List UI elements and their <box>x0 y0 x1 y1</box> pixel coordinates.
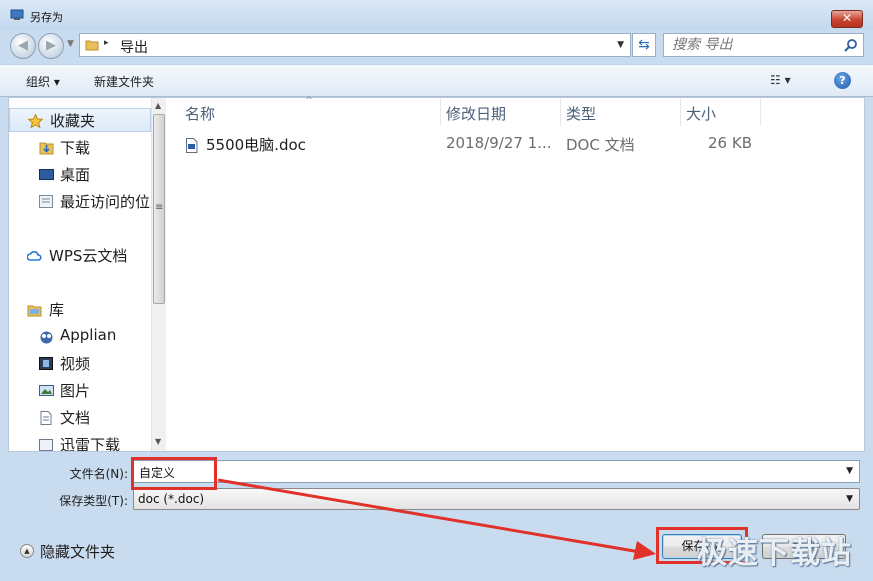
sidebar-item-downloads[interactable]: 下载 <box>9 136 151 160</box>
browser-content: 收藏夹 下载 桌面 最近访问的位置 WPS云文档 <box>8 96 865 452</box>
refresh-button[interactable]: ⇆ <box>632 33 656 57</box>
file-name: 5500电脑.doc <box>206 136 306 154</box>
video-icon <box>39 357 53 370</box>
sidebar-item-label: 库 <box>49 301 65 319</box>
filename-input[interactable] <box>137 463 827 481</box>
column-header-name[interactable]: 名称 <box>185 103 215 124</box>
star-icon <box>28 114 43 128</box>
hide-folders-label: 隐藏文件夹 <box>40 543 116 561</box>
refresh-icon: ⇆ <box>638 37 650 53</box>
filetype-value: doc (*.doc) <box>138 492 205 506</box>
sidebar-item-libraries[interactable]: 库 <box>9 298 151 322</box>
filetype-dropdown-icon[interactable]: ▼ <box>846 494 853 504</box>
download-folder-icon <box>39 142 54 155</box>
recent-places-icon <box>39 195 53 208</box>
sidebar-item-label: 图片 <box>60 382 91 400</box>
sidebar-item-favorites[interactable]: 收藏夹 <box>9 108 151 132</box>
navigation-pane: 收藏夹 下载 桌面 最近访问的位置 WPS云文档 <box>9 98 167 451</box>
sidebar-item-label: 桌面 <box>60 166 91 184</box>
filename-combobox[interactable]: ▼ <box>133 460 860 483</box>
grip-icon: ≡ <box>155 202 164 213</box>
sort-ascending-icon: ^ <box>305 96 313 106</box>
sidebar-item-recent[interactable]: 最近访问的位置 <box>9 190 151 214</box>
sidebar-item-pictures[interactable]: 图片 <box>9 379 151 403</box>
sidebar-item-label: Applian <box>60 326 117 344</box>
sidebar-item-label: 下载 <box>60 139 91 157</box>
back-arrow-icon: ◀ <box>18 38 28 53</box>
filetype-select[interactable]: doc (*.doc) ▼ <box>133 488 860 510</box>
sidebar-item-label: 收藏夹 <box>50 112 96 130</box>
file-row[interactable]: 5500电脑.doc 2018/9/27 1... DOC 文档 26 KB <box>185 134 825 158</box>
column-divider[interactable] <box>440 98 441 126</box>
window-title: 另存为 <box>30 11 63 24</box>
sidebar-item-wps-cloud[interactable]: WPS云文档 <box>9 244 151 268</box>
recent-pages-dropdown-icon[interactable]: ▼ <box>67 39 74 49</box>
library-icon <box>27 305 42 317</box>
address-dropdown-icon[interactable]: ▼ <box>617 40 624 50</box>
forward-arrow-icon: ▶ <box>46 38 56 53</box>
search-input[interactable] <box>670 36 840 54</box>
sidebar-item-label: WPS云文档 <box>49 247 128 265</box>
address-bar[interactable]: ▸ 导出 ▼ <box>79 33 631 57</box>
close-button[interactable]: ✕ <box>831 10 863 28</box>
sidebar-item-label: 迅雷下载 <box>60 436 121 451</box>
document-icon <box>40 411 52 425</box>
filename-dropdown-icon[interactable]: ▼ <box>846 466 853 476</box>
column-divider[interactable] <box>680 98 681 126</box>
file-list: ^ 名称 修改日期 类型 大小 5500电脑.doc 2018/9/27 1..… <box>167 96 864 451</box>
download-icon <box>39 439 53 451</box>
sidebar-item-label: 视频 <box>60 355 91 373</box>
scroll-down-icon[interactable]: ▼ <box>155 437 161 446</box>
sidebar-item-label: 文档 <box>60 409 91 427</box>
forward-button[interactable]: ▶ <box>38 33 64 59</box>
sidebar-item-documents[interactable]: 文档 <box>9 406 151 430</box>
filename-label: 文件名(N): <box>69 467 128 481</box>
desktop-icon <box>39 169 54 180</box>
watermark-text: 极速下载站 <box>697 536 852 571</box>
scroll-up-icon[interactable]: ▲ <box>155 101 161 110</box>
picture-icon <box>39 385 54 396</box>
file-date: 2018/9/27 1... <box>446 134 552 152</box>
view-options-icon[interactable]: ☷ ▾ <box>770 73 791 87</box>
filetype-label: 保存类型(T): <box>59 494 128 508</box>
filename-highlight-box <box>131 457 217 490</box>
sidebar-item-videos[interactable]: 视频 <box>9 352 151 376</box>
sidebar-item-label: 最近访问的位置 <box>60 193 151 211</box>
sidebar-item-desktop[interactable]: 桌面 <box>9 163 151 187</box>
collapse-up-icon: ▲ <box>20 544 34 558</box>
cloud-icon <box>27 251 42 261</box>
navigation-bar: ◀ ▶ ▼ ▸ 导出 ▼ ⇆ <box>0 30 873 64</box>
column-divider[interactable] <box>560 98 561 126</box>
column-divider[interactable] <box>760 98 761 126</box>
organize-menu[interactable]: 组织 ▾ <box>26 73 60 90</box>
breadcrumb-path[interactable]: 导出 <box>120 37 148 57</box>
column-header-date[interactable]: 修改日期 <box>446 103 506 124</box>
owl-icon <box>40 331 53 344</box>
command-toolbar: 组织 ▾ 新建文件夹 ☷ ▾ ? <box>0 64 873 97</box>
search-box[interactable] <box>663 33 864 57</box>
path-separator-icon[interactable]: ▸ <box>104 38 109 48</box>
doc-file-icon <box>186 138 198 153</box>
column-header-size[interactable]: 大小 <box>686 103 716 124</box>
sidebar-item-applian[interactable]: Applian <box>9 325 151 349</box>
title-bar: 另存为 ✕ <box>0 0 873 30</box>
column-header-type[interactable]: 类型 <box>566 103 596 124</box>
new-folder-button[interactable]: 新建文件夹 <box>94 73 154 90</box>
sidebar-item-thunder-downloads[interactable]: 迅雷下载 <box>9 433 151 451</box>
file-size: 26 KB <box>708 134 752 152</box>
back-button[interactable]: ◀ <box>10 33 36 59</box>
file-type: DOC 文档 <box>566 136 635 154</box>
search-icon <box>844 39 857 52</box>
save-as-dialog-icon <box>10 9 24 20</box>
navigation-scrollbar[interactable]: ▲ ≡ ▼ <box>151 98 166 451</box>
folder-icon <box>85 40 99 51</box>
help-icon[interactable]: ? <box>834 72 851 89</box>
